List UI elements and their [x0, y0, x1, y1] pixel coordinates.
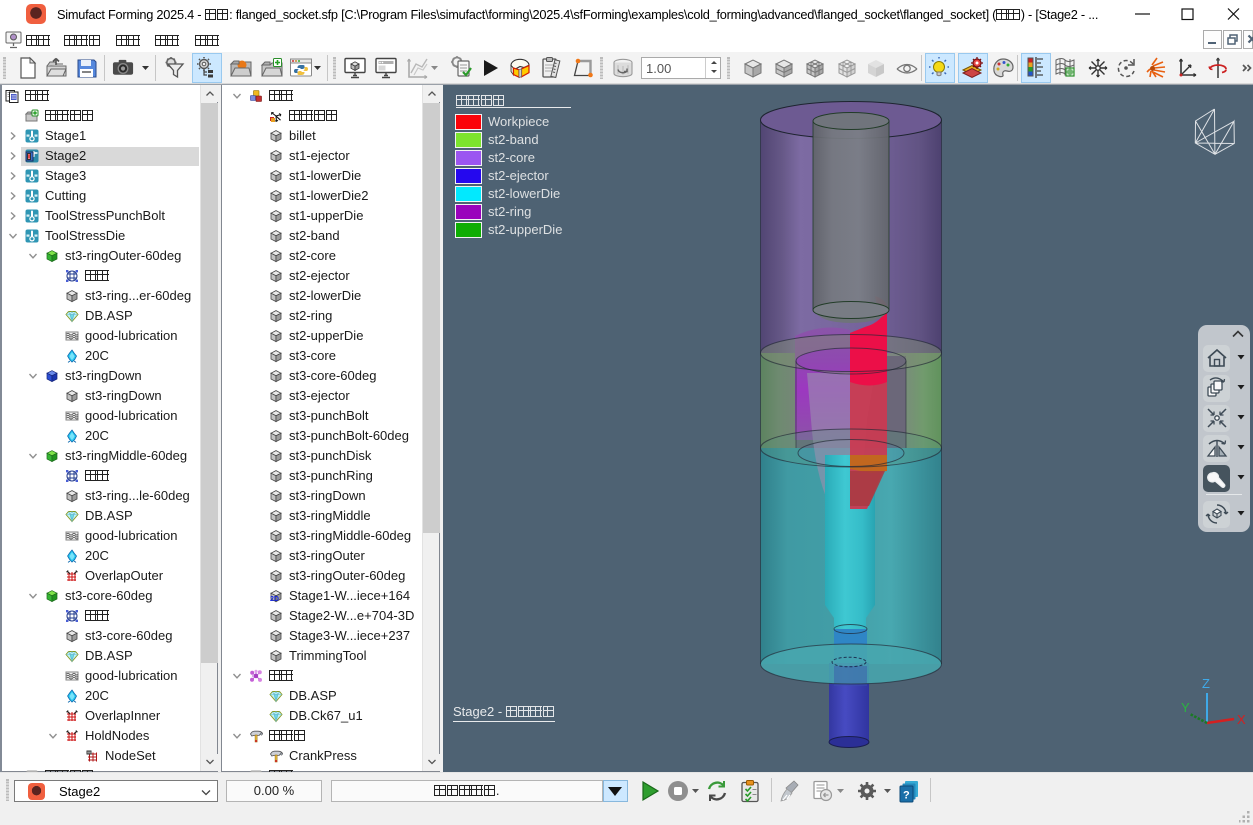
svg-text:X: X: [1237, 712, 1246, 727]
svg-text:Y: Y: [1181, 700, 1190, 715]
svg-text:?: ?: [903, 790, 910, 802]
svg-text:2D: 2D: [270, 596, 279, 603]
svg-text:Z: Z: [1202, 676, 1210, 691]
